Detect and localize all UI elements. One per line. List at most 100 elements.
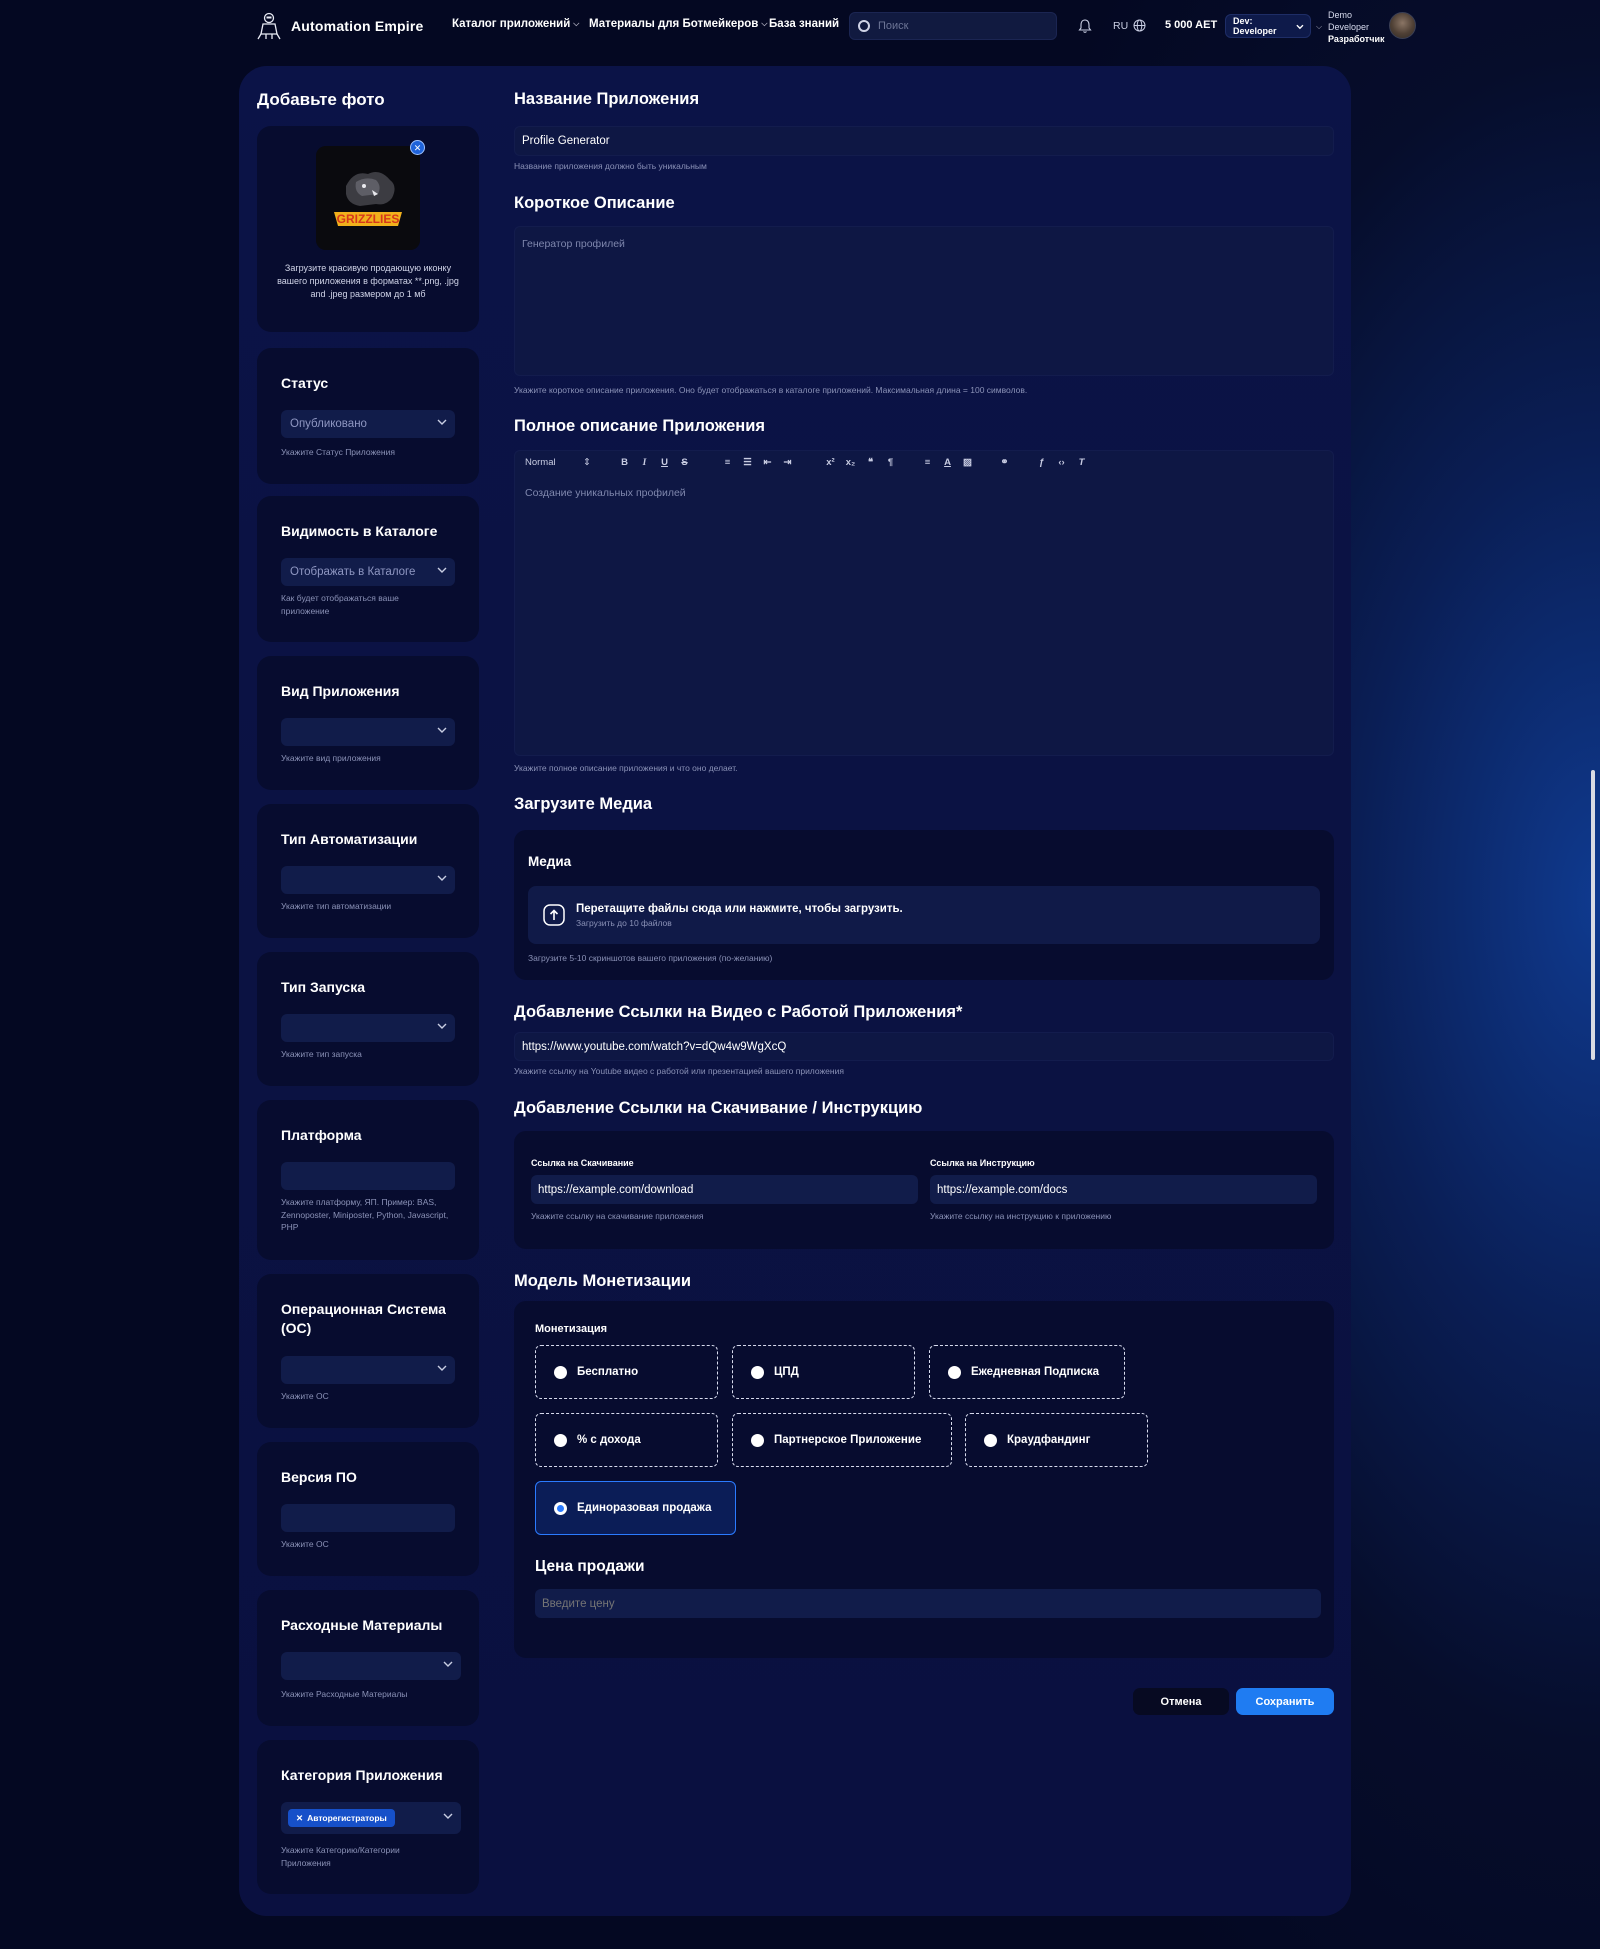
media-dropzone[interactable]: Перетащите файлы сюда или нажмите, чтобы… bbox=[528, 886, 1320, 944]
avatar[interactable] bbox=[1389, 12, 1416, 39]
brand-logo[interactable]: Automation Empire bbox=[257, 12, 424, 40]
software-version-hint: Укажите ОС bbox=[281, 1539, 329, 1549]
user-info[interactable]: Demo Developer Разработчик bbox=[1328, 9, 1384, 45]
bell-icon[interactable] bbox=[1078, 18, 1092, 34]
underline-icon[interactable]: U bbox=[659, 457, 670, 468]
nav-botmaker-materials[interactable]: Материалы для Ботмейкеров ⌵ bbox=[589, 18, 767, 30]
chevron-down-icon bbox=[437, 1365, 447, 1371]
price-field[interactable] bbox=[535, 1589, 1321, 1618]
indent-icon[interactable]: ⇥ bbox=[782, 457, 793, 468]
consumables-title: Расходные Материалы bbox=[281, 1617, 443, 1633]
category-hint: Укажите Категорию/Категории Приложения bbox=[281, 1845, 400, 1868]
platform-hint: Укажите платформу, ЯП. Пример: BAS, Zenn… bbox=[281, 1197, 449, 1232]
video-link-field[interactable] bbox=[514, 1032, 1334, 1061]
italic-icon[interactable]: I bbox=[639, 458, 650, 468]
video-link-input[interactable] bbox=[515, 1033, 1333, 1060]
code-icon[interactable]: ‹› bbox=[1056, 457, 1067, 468]
category-chip-label: Авторегистраторы bbox=[307, 1813, 387, 1823]
short-desc-title: Короткое Описание bbox=[514, 194, 675, 212]
consumables-select[interactable] bbox=[281, 1652, 461, 1680]
monetization-option-free[interactable]: Бесплатно bbox=[535, 1345, 718, 1399]
monetization-option-cpa[interactable]: ЦПД bbox=[732, 1345, 915, 1399]
superscript-icon[interactable]: x² bbox=[825, 457, 836, 468]
nav-catalog[interactable]: Каталог приложений ⌵ bbox=[452, 18, 579, 30]
search-box[interactable] bbox=[849, 12, 1057, 40]
clear-format-icon[interactable]: T bbox=[1076, 457, 1087, 468]
remove-photo-icon[interactable]: ✕ bbox=[410, 140, 425, 155]
page-scrollbar[interactable] bbox=[1591, 0, 1597, 1949]
short-desc-textarea[interactable]: Генератор профилей bbox=[514, 226, 1334, 376]
blockquote-icon[interactable]: ❝ bbox=[865, 457, 876, 468]
background-color-icon[interactable]: ▨ bbox=[962, 457, 973, 468]
software-version-input[interactable] bbox=[281, 1504, 455, 1532]
visibility-hint: Как будет отображаться ваше приложение bbox=[281, 593, 399, 616]
radio-icon bbox=[554, 1365, 567, 1379]
monetization-option-crowdfunding[interactable]: Краудфандинг bbox=[965, 1413, 1148, 1467]
format-select[interactable]: Normal ⇕ bbox=[525, 457, 591, 468]
media-title: Загрузите Медиа bbox=[514, 795, 653, 813]
nav-knowledge-label: База знаний bbox=[769, 18, 840, 30]
scrollbar-thumb[interactable] bbox=[1591, 770, 1595, 1060]
app-name-field[interactable] bbox=[514, 126, 1334, 156]
align-icon[interactable]: ≡ bbox=[922, 457, 933, 468]
os-title: Операционная Система (ОС) bbox=[281, 1301, 446, 1336]
cancel-button[interactable]: Отмена bbox=[1133, 1688, 1229, 1715]
app-kind-card: Вид Приложения Укажите вид приложения bbox=[257, 656, 479, 790]
dropzone-subtext: Загрузить до 10 файлов bbox=[576, 917, 672, 928]
monetization-option-one-time-sale[interactable]: Единоразовая продажа bbox=[535, 1481, 736, 1535]
monetization-option-daily-subscription[interactable]: Ежедневная Подписка bbox=[929, 1345, 1125, 1399]
price-input[interactable] bbox=[542, 1597, 1321, 1610]
status-select[interactable]: Опубликовано bbox=[281, 410, 455, 438]
launch-type-select[interactable] bbox=[281, 1014, 455, 1042]
category-title: Категория Приложения bbox=[281, 1767, 443, 1783]
chevron-down-icon bbox=[443, 1661, 453, 1667]
automation-type-hint: Укажите тип автоматизации bbox=[281, 901, 392, 911]
photo-upload-card[interactable]: GRIZZLIES ✕ Загрузите красивую продающую… bbox=[257, 126, 479, 332]
category-chip[interactable]: ✕ Авторегистраторы bbox=[288, 1809, 395, 1827]
language-switcher[interactable]: RU bbox=[1113, 19, 1146, 32]
bullet-list-icon[interactable]: ☰ bbox=[742, 457, 753, 468]
docs-link-label: Ссылка на Инструкцию bbox=[930, 1158, 1035, 1168]
radio-icon bbox=[751, 1433, 764, 1447]
formula-icon[interactable]: ƒ bbox=[1036, 457, 1047, 468]
monetization-option-revenue-share[interactable]: % с дохода bbox=[535, 1413, 718, 1467]
automation-type-select[interactable] bbox=[281, 866, 455, 894]
photo-section-title: Добавьте фото bbox=[257, 90, 385, 109]
app-icon-preview: GRIZZLIES bbox=[316, 146, 420, 250]
top-navigation: Automation Empire Каталог приложений ⌵ М… bbox=[0, 0, 1600, 52]
monetization-option-partner[interactable]: Партнерское Приложение bbox=[732, 1413, 952, 1467]
monetization-box: Монетизация Бесплатно ЦПД Ежедневная Под… bbox=[514, 1301, 1334, 1658]
docs-link-input[interactable]: https://example.com/docs bbox=[930, 1175, 1317, 1204]
chevron-down-icon: ⌵ bbox=[573, 19, 580, 28]
os-select[interactable] bbox=[281, 1356, 455, 1384]
nav-knowledge-base[interactable]: База знаний bbox=[769, 18, 839, 30]
download-link-value: https://example.com/download bbox=[538, 1183, 694, 1196]
option-label: Единоразовая продажа bbox=[577, 1502, 712, 1514]
chevron-down-icon bbox=[1296, 24, 1304, 29]
download-link-input[interactable]: https://example.com/download bbox=[531, 1175, 918, 1204]
media-hint: Загрузите 5-10 скриншотов вашего приложе… bbox=[528, 953, 773, 963]
strikethrough-icon[interactable]: S bbox=[679, 457, 690, 468]
outdent-icon[interactable]: ⇤ bbox=[762, 457, 773, 468]
ordered-list-icon[interactable]: ≡ bbox=[722, 457, 733, 468]
visibility-select-value: Отображать в Каталоге bbox=[290, 566, 416, 578]
subscript-icon[interactable]: x₂ bbox=[845, 457, 856, 468]
visibility-select[interactable]: Отображать в Каталоге bbox=[281, 558, 455, 586]
link-icon[interactable]: ⚭ bbox=[999, 457, 1010, 468]
user-menu-chevron-icon[interactable]: ⌵ bbox=[1316, 22, 1322, 32]
automation-type-title: Тип Автоматизации bbox=[281, 831, 418, 847]
app-kind-select[interactable] bbox=[281, 718, 455, 746]
bold-icon[interactable]: B bbox=[619, 457, 630, 468]
price-title: Цена продажи bbox=[535, 1558, 645, 1575]
full-desc-editor[interactable]: Normal ⇕ B I U S ≡ ☰ ⇤ ⇥ x² x₂ ❝ ¶ ≡ A ▨ … bbox=[514, 450, 1334, 756]
rtl-icon[interactable]: ¶ bbox=[885, 457, 896, 468]
platform-input[interactable] bbox=[281, 1162, 455, 1190]
chip-remove-icon[interactable]: ✕ bbox=[296, 1813, 303, 1824]
option-label: Краудфандинг bbox=[1007, 1434, 1091, 1446]
save-button[interactable]: Сохранить bbox=[1236, 1688, 1334, 1715]
category-select[interactable]: ✕ Авторегистраторы bbox=[281, 1802, 461, 1834]
app-name-input[interactable] bbox=[515, 127, 1333, 155]
search-input[interactable] bbox=[878, 20, 1038, 32]
role-select[interactable]: Dev: Developer bbox=[1225, 14, 1311, 38]
text-color-icon[interactable]: A bbox=[942, 457, 953, 468]
